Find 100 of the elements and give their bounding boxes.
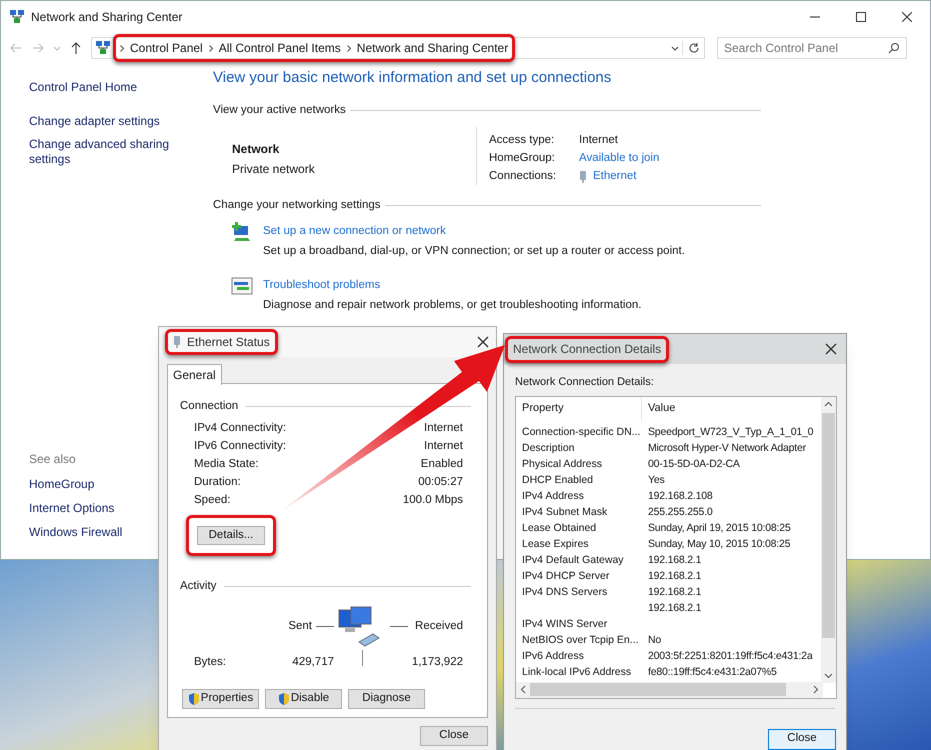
back-icon [9,41,23,55]
table-cell: Speedport_W723_V_Typ_A_1_01_0 [648,426,814,438]
status-label: IPv4 Connectivity: [194,420,286,436]
task-link[interactable]: Troubleshoot problems [263,276,642,294]
table-cell: fe80::19ff:f5c4:e431:2a07%5 [648,666,777,678]
table-cell: IPv4 Subnet Mask [522,506,608,518]
page-heading: View your basic network information and set up connections [213,68,612,88]
activity-label: Received [415,618,463,634]
address-bar[interactable]: Control Panel All Control Panel Items Network and Sharing Center [91,37,705,59]
column-header[interactable]: Value [642,396,821,420]
status-value: Enabled [420,456,463,472]
table-cell: Sunday, May 10, 2015 10:08:25 [648,538,790,550]
dialog-button[interactable]: Disable [265,688,342,709]
breadcrumb-item[interactable]: All Control Panel Items [218,39,341,57]
table-cell: IPv4 DHCP Server [522,570,610,582]
network-name: Network [232,140,280,158]
table-cell: NetBIOS over Tcpip En... [522,634,639,646]
table-cell: IPv4 Address [522,490,584,502]
table-cell: Description [522,442,575,454]
close-button[interactable]: Close [420,726,488,746]
property-label: Connections: [489,169,558,184]
close-icon [476,335,490,349]
table-cell: Physical Address [522,458,602,470]
status-label: Duration: [194,474,241,490]
table-cell: IPv4 WINS Server [522,618,608,630]
dialog-title: Network Connection Details [513,341,662,358]
property-link[interactable]: Available to join [579,150,660,168]
group-heading: Activity [180,579,216,594]
chevron-icon [346,44,351,52]
chevron-icon [120,44,124,52]
close-button[interactable]: Close [768,728,836,750]
status-label: Speed: [194,492,230,508]
details-button[interactable]: Details... [197,526,265,546]
table-cell: Lease Obtained [522,522,596,534]
table-cell: 255.255.255.0 [648,506,713,518]
table-cell: 192.168.2.1 [648,570,702,582]
task-link[interactable]: Set up a new connection or network [263,223,685,240]
breadcrumb-item[interactable]: Control Panel [130,39,203,57]
table-cell: No [648,634,662,646]
sidebar-link[interactable]: Control Panel Home [29,80,179,95]
task-description: Diagnose and repair network problems, or get troubleshooting information. [263,298,642,313]
ethernet-icon [579,170,587,184]
activity-label: Bytes: [194,654,227,670]
table-cell: 192.168.2.1 [648,554,702,566]
search-icon [888,42,900,54]
column-header[interactable]: Property [516,396,642,420]
section-heading: View your active networks [213,102,346,118]
search-field[interactable]: Search Control Panel [717,37,907,59]
byte-count: 1,173,922 [410,654,463,670]
sidebar-link[interactable]: HomeGroup [29,475,94,493]
group-heading: Connection [180,399,238,414]
new-connection-icon [231,221,253,243]
dialog-caption: Network Connection Details: [514,375,655,390]
maximize-icon [856,12,866,22]
horizontal-scrollbar[interactable] [516,682,823,698]
byte-count: 429,717 [291,654,334,670]
table-cell: Connection-specific DN... [522,426,640,438]
table-cell: IPv6 Address [522,650,584,662]
section-heading: See also [29,451,76,468]
property-value: Internet [579,133,618,148]
status-value: 00:05:27 [418,474,463,490]
network-icon [95,40,111,56]
status-label: Media State: [194,456,259,472]
table-cell: 192.168.2.1 [648,602,702,614]
close-icon [824,342,838,356]
property-label: HomeGroup: [489,151,556,166]
table-cell: 192.168.2.108 [648,490,713,502]
up-icon [69,41,83,55]
dialog-button[interactable]: Properties [182,688,259,709]
table-cell: Yes [648,474,665,486]
property-link[interactable]: Ethernet [593,168,636,186]
table-cell: Lease Expires [522,538,589,550]
dialog-button[interactable]: Diagnose [348,688,425,709]
scrollbar-thumb[interactable] [530,683,786,696]
sidebar-link[interactable]: Change adapter settings [29,114,179,129]
chevron-icon [208,44,213,52]
vertical-scrollbar[interactable] [821,396,836,682]
dialog-title: Ethernet Status [187,334,270,351]
close-icon [902,12,912,22]
sidebar-link[interactable]: Internet Options [29,499,114,517]
status-value: Internet [424,420,463,436]
network-icon [9,9,25,25]
breadcrumb-item[interactable]: Network and Sharing Center [356,39,508,57]
table-cell: Sunday, April 19, 2015 10:08:25 [648,522,790,534]
tab[interactable]: General [167,364,222,385]
sidebar-link[interactable]: Change advanced sharing settings [29,137,179,167]
troubleshoot-icon [231,274,253,296]
scrollbar-thumb[interactable] [822,412,835,638]
window-title: Network and Sharing Center [31,9,182,26]
sidebar-link[interactable]: Windows Firewall [29,523,122,541]
network-type: Private network [232,160,316,178]
table-cell: Microsoft Hyper-V Network Adapter [648,442,806,454]
table-cell: DHCP Enabled [522,474,594,486]
activity-label: Sent [288,618,312,634]
property-label: Access type: [489,133,556,148]
table-cell: Link-local IPv6 Address [522,666,632,678]
table-cell: IPv4 DNS Servers [522,586,608,598]
status-label: IPv6 Connectivity: [194,438,286,454]
section-heading: Change your networking settings [213,198,380,213]
status-value: Internet [424,438,463,454]
